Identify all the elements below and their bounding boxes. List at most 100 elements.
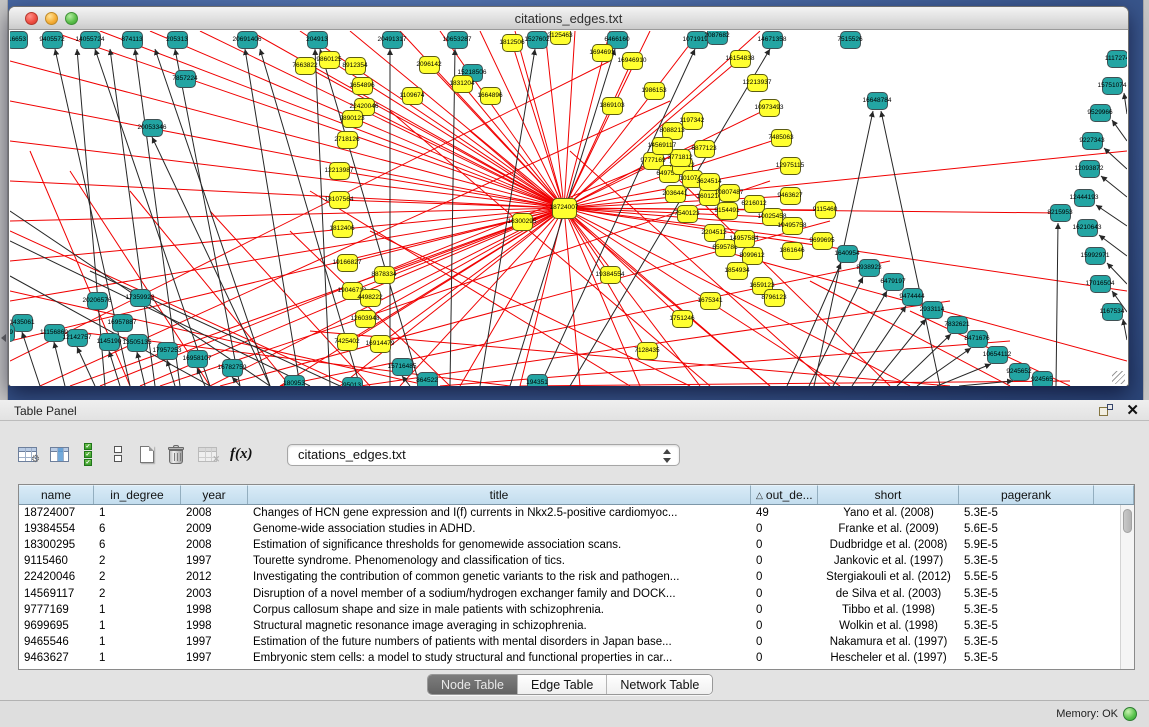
network-node[interactable]: 194351 [527,374,548,386]
network-node[interactable]: 16653 [10,31,28,49]
network-node[interactable]: 1167534 [1102,303,1123,321]
network-node[interactable]: 15751074 [1102,77,1123,95]
network-node[interactable]: 7832621 [947,316,968,334]
network-node[interactable]: 19384554 [600,266,621,284]
network-node[interactable]: 1861646 [782,242,803,260]
column-header-out_de[interactable]: △out_de... [751,485,818,504]
network-node[interactable]: 9860125 [319,51,340,69]
network-node[interactable]: 7663822 [295,57,316,75]
network-node[interactable]: 7485063 [771,129,792,147]
network-node[interactable]: 18107564 [329,191,350,209]
network-node[interactable]: 1527602 [527,31,548,49]
table-row[interactable]: 1456911722003Disruption of a novel membe… [19,585,1134,601]
network-node[interactable]: 20206576 [87,292,108,310]
network-node[interactable]: 17359928 [130,289,151,307]
network-node[interactable]: 10654112 [987,346,1008,364]
network-node[interactable]: 12975115 [780,157,801,175]
table-row[interactable]: 911546021997Tourette syndrome. Phenomeno… [19,553,1134,569]
delete-column-icon[interactable] [168,440,184,468]
network-node[interactable]: 8912354 [345,57,366,75]
network-node[interactable]: 204913 [307,31,328,49]
network-node[interactable]: 1109674 [402,87,423,105]
network-node[interactable]: 14671358 [762,31,783,49]
network-node[interactable]: 19166827 [337,254,358,272]
network-node[interactable]: 1117274 [1107,50,1128,68]
network-node[interactable]: 12213937 [747,74,768,92]
network-node[interactable]: 7128435 [637,342,658,360]
network-node[interactable]: 95013 [342,377,363,386]
network-node[interactable]: 1197342 [682,112,703,130]
tab-node-table[interactable]: Node Table [428,675,518,694]
table-selector-dropdown[interactable]: citations_edges.txt [287,444,680,466]
table-row[interactable]: 977716911998Corpus callosum shape and si… [19,602,1134,618]
network-node[interactable]: 10973493 [759,99,780,117]
network-node[interactable]: 39159 [10,324,15,342]
resize-grip[interactable] [1112,371,1125,384]
network-node[interactable]: 1751246 [672,310,693,328]
column-header-year[interactable]: year [181,485,248,504]
table-row[interactable]: 1938455462009Genome-wide association stu… [19,521,1134,537]
row-height-icon[interactable] [114,440,122,468]
network-node[interactable]: 9154491 [717,202,738,220]
network-node[interactable]: 9890123 [342,110,363,128]
table-row[interactable]: 946362711997Embryonic stem cells: a mode… [19,650,1134,666]
network-node[interactable]: 2036441 [665,185,686,203]
network-node[interactable]: 16210643 [1077,219,1098,237]
column-header-in_degree[interactable]: in_degree [94,485,181,504]
network-node[interactable]: 16782759 [222,359,243,377]
tab-network-table[interactable]: Network Table [607,675,712,694]
network-node[interactable]: 8215953 [1050,204,1071,222]
network-node[interactable]: 8938923 [859,259,880,277]
table-row[interactable]: 1830029562008Estimation of significance … [19,537,1134,553]
network-node[interactable]: 9529966 [1090,104,1111,122]
network-node[interactable]: 14957584 [734,230,755,248]
scrollbar-thumb[interactable] [1123,509,1132,533]
network-node[interactable]: 864522 [417,372,438,386]
splitpane-collapse-icon[interactable] [1,334,6,342]
network-node[interactable]: 10807487 [719,184,740,202]
network-node[interactable]: 1664896 [480,87,501,105]
create-column-icon[interactable] [140,440,154,468]
network-node[interactable]: 14055724 [80,31,101,49]
network-node[interactable]: 1675341 [700,292,721,310]
network-node[interactable]: 16154838 [730,50,751,68]
network-node[interactable]: 19495758 [782,217,803,235]
network-node[interactable]: 7515526 [840,31,861,49]
network-node[interactable]: 8878334 [374,266,395,284]
table-row[interactable]: 969969511998Structural magnetic resonanc… [19,618,1134,634]
float-panel-icon[interactable] [1099,404,1113,416]
network-node[interactable]: 20691406 [237,31,258,49]
network-node[interactable]: 9405572 [42,31,63,49]
tab-edge-table[interactable]: Edge Table [518,675,607,694]
network-node[interactable]: 180953 [284,375,305,386]
network-node[interactable]: 6479197 [883,273,904,291]
network-node[interactable]: 16958107 [187,350,208,368]
network-node[interactable]: 15716485 [392,358,413,376]
network-node[interactable]: 1986153 [644,82,665,100]
network-node[interactable]: 7540123 [677,205,698,223]
network-node[interactable]: 1640954 [837,245,858,263]
network-node[interactable]: 1854934 [727,262,748,280]
network-node[interactable]: 2087682 [707,31,728,45]
column-header-short[interactable]: short [818,485,959,504]
network-node[interactable]: 7425402 [337,333,358,351]
close-panel-icon[interactable]: ✕ [1126,401,1139,419]
table-row[interactable]: 2242004622012Investigating the contribut… [19,569,1134,585]
network-node[interactable]: 16946910 [622,52,643,70]
network-node[interactable]: 9699695 [812,232,833,250]
network-node[interactable]: 4498222 [360,289,381,307]
network-node[interactable]: 6877123 [694,140,715,158]
network-node[interactable]: 12444193 [1074,189,1095,207]
network-node[interactable]: 16648784 [867,92,888,110]
table-mode-icon[interactable]: ⚙ [18,440,37,468]
network-node[interactable]: 924565 [1032,371,1053,386]
network-node[interactable]: 1435061 [12,314,33,332]
network-node[interactable]: 9115460 [815,201,836,219]
network-node[interactable]: 12093872 [1079,160,1100,178]
column-header-name[interactable]: name [19,485,94,504]
network-node[interactable]: 8471676 [967,330,988,348]
network-node[interactable]: 9227343 [1082,132,1103,150]
network-node[interactable]: 874113 [122,31,143,49]
network-node[interactable]: 12603948 [355,310,376,328]
network-node[interactable]: 1812506 [502,34,523,52]
